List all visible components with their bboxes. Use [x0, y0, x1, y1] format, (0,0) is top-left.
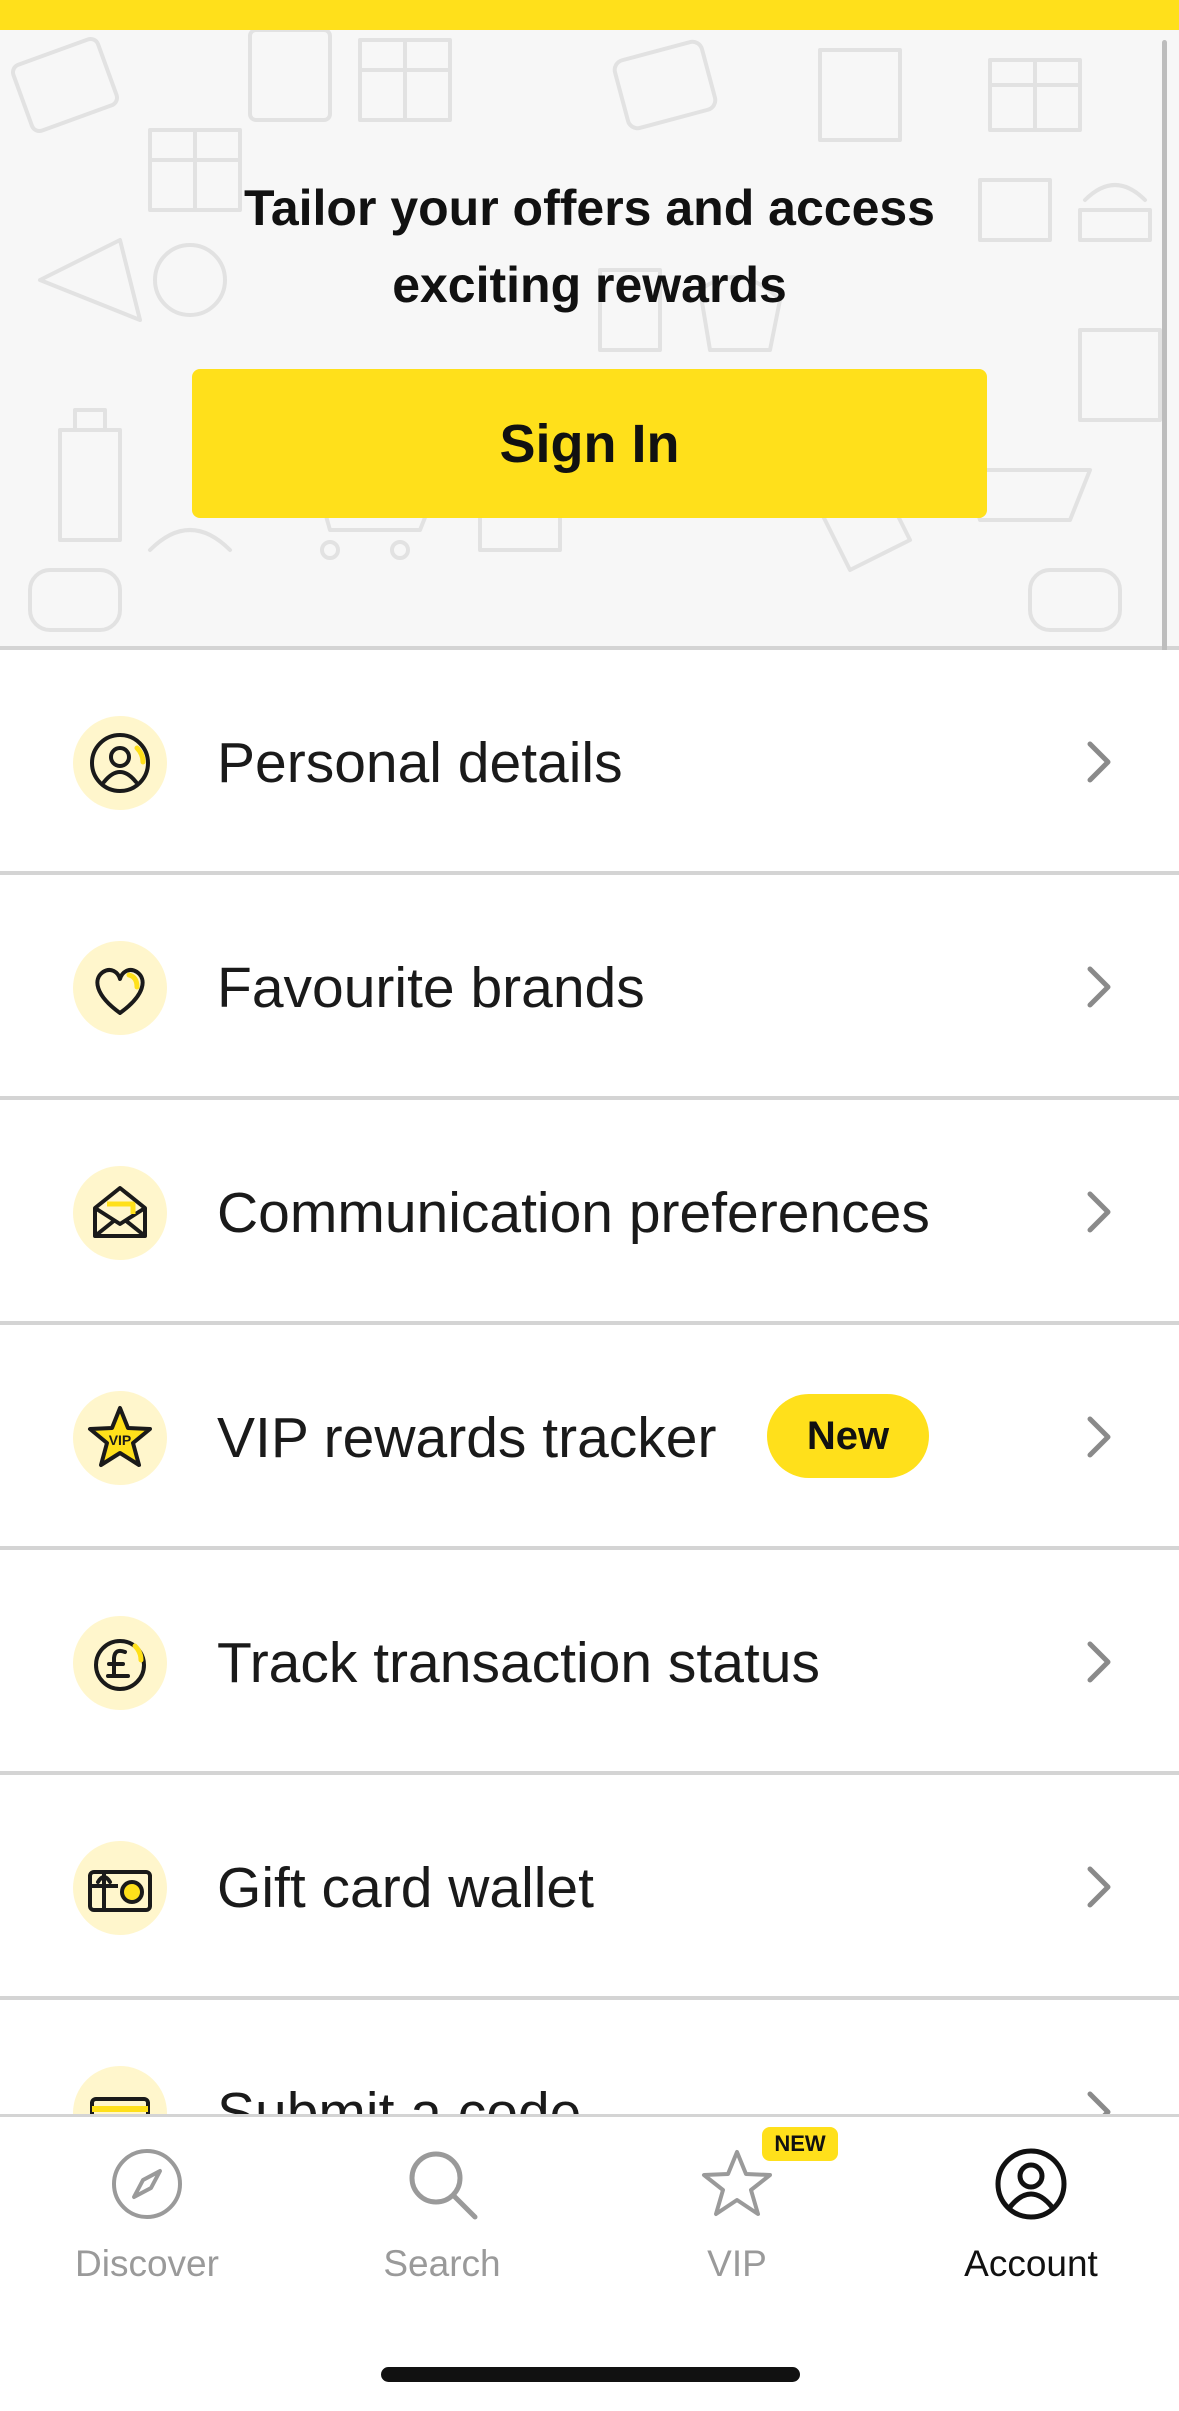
- gift-card-icon: [73, 1841, 167, 1935]
- tab-vip[interactable]: NEW VIP: [612, 2127, 862, 2297]
- hero-headline-line1: Tailor your offers and access: [244, 180, 935, 236]
- tab-discover[interactable]: Discover: [22, 2147, 272, 2297]
- menu-item-gift-card-wallet[interactable]: Gift card wallet: [0, 1775, 1179, 2000]
- sign-in-hero: Tailor your offers and access exciting r…: [0, 30, 1179, 650]
- menu-item-label: Track transaction status: [217, 1630, 820, 1695]
- chevron-right-icon: [1087, 741, 1111, 783]
- hero-headline: Tailor your offers and access exciting r…: [0, 170, 1179, 324]
- menu-item-label: Favourite brands: [217, 955, 645, 1020]
- sign-in-button[interactable]: Sign In: [192, 369, 987, 518]
- menu-item-submit-a-code[interactable]: Submit a code: [0, 2000, 1179, 2114]
- menu-item-favourite-brands[interactable]: Favourite brands: [0, 875, 1179, 1100]
- vip-star-icon: VIP: [73, 1391, 167, 1485]
- new-badge: New: [767, 1394, 929, 1478]
- chevron-right-icon: [1087, 1416, 1111, 1458]
- menu-item-label: Personal details: [217, 730, 623, 795]
- menu-item-personal-details[interactable]: Personal details: [0, 650, 1179, 875]
- menu-item-track-transaction-status[interactable]: Track transaction status: [0, 1550, 1179, 1775]
- chevron-right-icon: [1087, 1866, 1111, 1908]
- chevron-right-icon: [1087, 2091, 1111, 2114]
- tab-search[interactable]: Search: [317, 2147, 567, 2297]
- doodle-background-pattern: [10, 30, 1162, 632]
- heart-icon: [73, 941, 167, 1035]
- tab-label: Search: [383, 2243, 501, 2284]
- home-indicator: [381, 2367, 800, 2382]
- chevron-right-icon: [1087, 966, 1111, 1008]
- account-icon: [995, 2148, 1067, 2220]
- envelope-icon: [73, 1166, 167, 1260]
- account-menu: Personal details Favourite brands Commun…: [0, 650, 1179, 2114]
- vip-new-badge: NEW: [762, 2127, 838, 2161]
- chevron-right-icon: [1087, 1641, 1111, 1683]
- user-circle-icon: [73, 716, 167, 810]
- chevron-right-icon: [1087, 1191, 1111, 1233]
- pound-coin-icon: [73, 1616, 167, 1710]
- menu-item-label: VIP rewards tracker: [217, 1405, 717, 1470]
- tab-label: Discover: [75, 2243, 219, 2284]
- menu-item-label: Communication preferences: [217, 1180, 930, 1245]
- tab-label: Account: [964, 2243, 1098, 2284]
- menu-item-vip-rewards-tracker[interactable]: VIP VIP rewards tracker New: [0, 1325, 1179, 1550]
- code-ticket-icon: [73, 2066, 167, 2114]
- tab-label: VIP: [707, 2243, 767, 2284]
- svg-text:VIP: VIP: [109, 1432, 132, 1448]
- hero-headline-line2: exciting rewards: [392, 257, 787, 313]
- search-icon: [409, 2151, 478, 2220]
- menu-item-label: Submit a code: [217, 2080, 582, 2115]
- compass-icon: [112, 2149, 182, 2219]
- top-accent-bar: [0, 0, 1179, 30]
- menu-item-label: Gift card wallet: [217, 1855, 594, 1920]
- tab-account[interactable]: Account: [906, 2147, 1156, 2297]
- menu-item-communication-preferences[interactable]: Communication preferences: [0, 1100, 1179, 1325]
